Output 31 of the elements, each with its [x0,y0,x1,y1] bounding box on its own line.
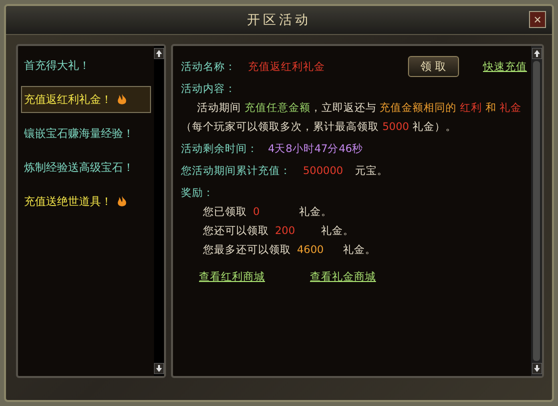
activity-item[interactable]: 镶嵌宝石赚海量经验！ [21,120,151,147]
total-recharge-value: 500000 [303,165,344,177]
reward-label: 您还可以领取 [203,224,269,238]
field-label: 活动剩余时间： [181,142,258,156]
unit-text: 礼金。 [299,205,332,219]
unit-text: 礼金。 [321,224,354,238]
description-text: （每个玩家可以领取多次，累计最高领取 5000 礼金）。 [181,120,458,134]
reward-value: 4600 [297,244,325,256]
field-label: 您活动期间累计充值： [181,164,291,178]
field-label: 活动内容： [181,82,237,96]
unit-text: 礼金。 [343,243,376,257]
reward-label: 您已领取 [203,205,247,219]
field-label: 活动名称： [181,60,236,74]
field-label: 奖励： [181,186,215,200]
remaining-time: 4天8小时47分46秒 [268,142,364,156]
reward-value: 200 [275,225,296,237]
description-text: 活动期间 充值任意金额，立即返还与 充值金额相同的 红利 和 礼金 [196,101,523,115]
activity-item[interactable]: 炼制经验送高级宝石！ [21,154,151,181]
close-button[interactable]: × [529,11,546,28]
shop-link[interactable]: 查看礼金商城 [310,270,376,284]
shop-link[interactable]: 查看红利商城 [199,270,265,284]
unit-text: 元宝。 [355,164,388,178]
activity-item[interactable]: 充值返红利礼金！ [21,86,151,113]
reward-label: 您最多还可以领取 [203,243,291,257]
reward-value: 0 [253,206,261,218]
activity-item[interactable]: 首充得大礼！ [21,52,151,79]
activity-name: 充值返红利礼金 [248,60,325,74]
window-title: 开区活动 [247,12,311,29]
claim-button[interactable]: 领 取 [408,56,459,77]
quick-recharge-link[interactable]: 快速充值 [483,60,527,74]
activity-item[interactable]: 充值送绝世道具！ [21,188,151,215]
